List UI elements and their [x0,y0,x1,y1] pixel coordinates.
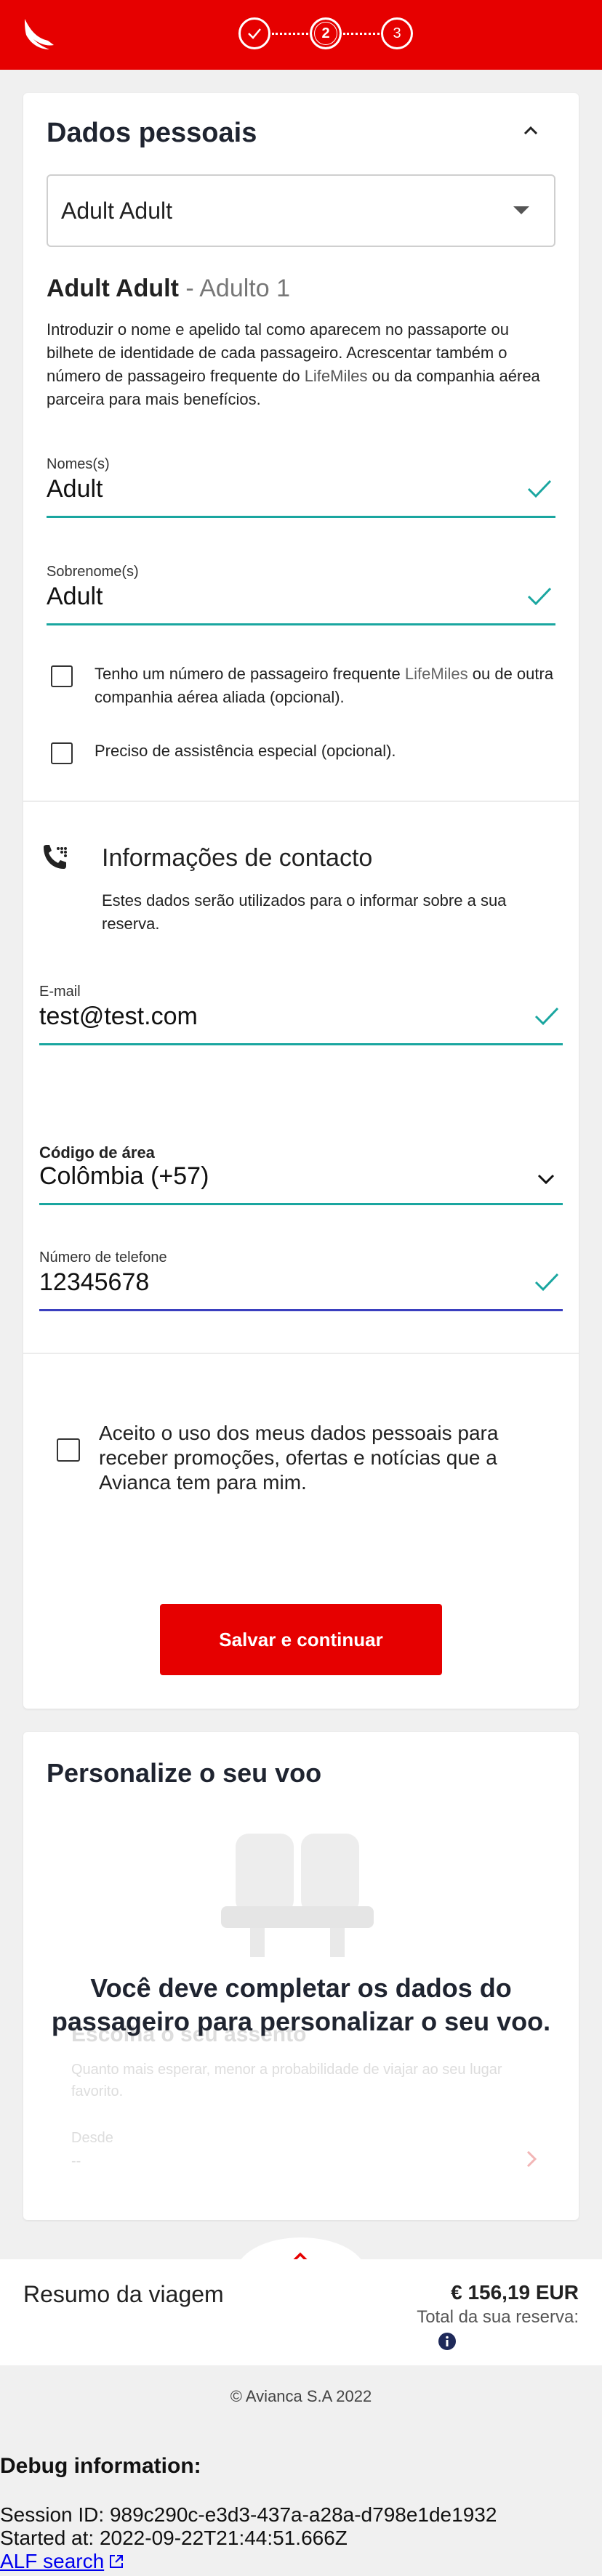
info-icon[interactable] [438,2332,457,2351]
passenger-type: - Adulto 1 [178,275,291,302]
divider [23,1353,579,1354]
phone-input[interactable]: 12345678 [39,1268,149,1297]
debug-title: Debug information: [0,2454,201,2478]
special-assistance-checkbox[interactable] [51,742,73,764]
copyright: © Avianca S.A 2022 [230,2387,372,2405]
passenger-form-card: Dados pessoais Adult Adult Adult Adult -… [23,93,579,1709]
seat-option-description: Quanto mais esperar, menor a probabilida… [71,2062,502,2099]
debug-panel: Debug information: Session ID: 989c290c-… [0,2454,602,2572]
first-name-label: Nomes(s) [47,456,110,472]
debug-session-id: Session ID: 989c290c-e3d3-437a-a28a-d798… [0,2503,497,2526]
valid-check-icon [527,587,552,606]
progress-steps: 2 3 [238,15,417,55]
check-icon [248,28,261,39]
total-price: € 156,19 EUR [451,2281,579,2304]
field-underline-focused [39,1309,563,1311]
ff-lifemiles: LifeMiles [404,665,468,683]
section-title-contact: Informações de contacto [102,844,373,872]
external-link-icon [110,2555,124,2568]
contact-subtitle: Estes dados serão utilizados para o info… [102,891,507,933]
phone-label: Número de telefone [39,1249,167,1265]
chevron-right-icon [526,2150,537,2168]
trip-summary-label[interactable]: Resumo da viagem [23,2281,224,2308]
top-bar: 2 3 [0,0,602,70]
marketing-consent-checkbox[interactable] [57,1438,80,1462]
seat-option-from-label: Desde [71,2130,113,2146]
last-name-label: Sobrenome(s) [47,564,139,580]
step-connector [343,33,380,35]
valid-check-icon [534,1273,559,1292]
seat-illustration-icon [221,1834,374,1957]
trip-summary-bar: Resumo da viagem € 156,19 EUR Total da s… [0,2259,602,2365]
marketing-consent-text: Aceito o uso dos meus dados pessoais par… [99,1422,499,1494]
field-underline [39,1203,563,1205]
step-connector [272,33,308,35]
personal-intro: Introduzir o nome e apelido tal como apa… [47,318,555,411]
section-title-personal: Dados pessoais [47,118,257,148]
ff-text: Tenho um número de passageiro frequente [95,665,405,683]
frequent-flyer-text: Tenho um número de passageiro frequente … [95,663,560,709]
personalize-card: Personalize o seu voo Escolha o seu asse… [23,1732,579,2220]
seat-option-price: -- [71,2153,81,2169]
area-code-select[interactable]: Colômbia (+57) [39,1162,209,1191]
last-name-input[interactable]: Adult [47,583,103,611]
dropdown-caret-icon [513,206,529,214]
debug-started-at: Started at: 2022-09-22T21:44:51.666Z [0,2527,348,2549]
passenger-select-value: Adult Adult [61,198,172,224]
field-underline [39,1043,563,1045]
field-underline [47,516,555,518]
step-1-done [238,17,270,49]
first-name-input[interactable]: Adult [47,475,103,503]
total-label: Total da sua reserva: [417,2307,579,2327]
email-input[interactable]: test@test.com [39,1003,198,1031]
divider [23,801,579,802]
valid-check-icon [527,479,552,498]
step-2-current: 2 [310,17,342,49]
field-underline [47,623,555,625]
special-assistance-text: Preciso de assistência especial (opciona… [95,742,396,760]
avianca-logo-icon[interactable] [20,15,57,54]
passenger-heading: Adult Adult - Adulto 1 [47,275,290,303]
personalize-blocked-message: Você deve completar os dados do passagei… [51,1973,551,2036]
passenger-select[interactable]: Adult Adult [47,174,555,247]
area-code-label: Código de área [39,1143,155,1162]
lifemiles-link[interactable]: LifeMiles [305,367,368,385]
passenger-name: Adult Adult [47,275,179,302]
chevron-down-icon[interactable] [537,1172,555,1186]
section-title-personalize: Personalize o seu voo [47,1758,322,1788]
save-continue-button[interactable]: Salvar e continuar [160,1604,442,1675]
alf-search-link[interactable]: ALF search [0,2550,124,2573]
email-label: E-mail [39,984,81,1000]
valid-check-icon [534,1007,559,1026]
collapse-chevron-icon[interactable] [521,121,541,141]
alf-search-label[interactable]: ALF search [0,2550,104,2572]
step-3-pending: 3 [381,17,413,49]
frequent-flyer-checkbox[interactable] [51,665,73,687]
phone-icon [44,845,67,869]
